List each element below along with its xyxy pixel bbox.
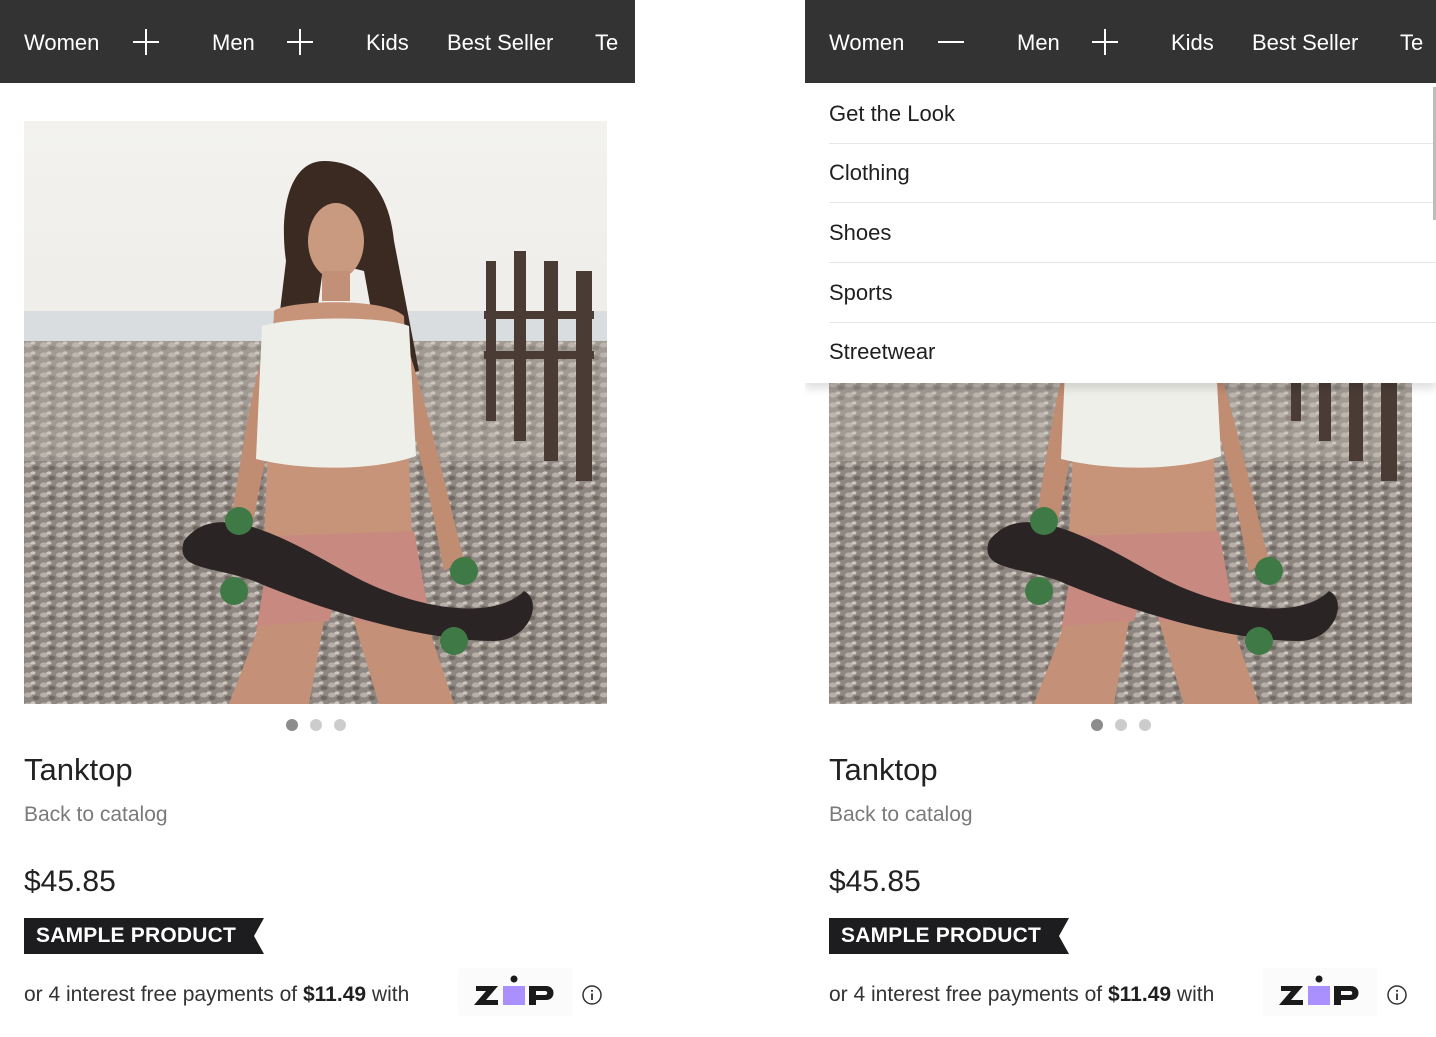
product-page-menu-open: Women Men Kids Best Seller Te Get the Lo… — [805, 0, 1436, 1037]
product-photo-illustration — [24, 121, 607, 704]
nav-item-women[interactable]: Women — [829, 29, 904, 57]
submenu-item-get-the-look[interactable]: Get the Look — [829, 84, 1436, 144]
zip-payment-text: or 4 interest free payments of $11.49 wi… — [829, 980, 1214, 1010]
zip-suffix: with — [371, 983, 410, 1006]
zip-suffix: with — [1176, 983, 1215, 1006]
carousel-dot[interactable] — [1091, 719, 1103, 731]
nav-item-best-seller[interactable]: Best Seller — [1252, 29, 1358, 57]
zip-logo[interactable] — [1263, 968, 1377, 1016]
sample-product-badge: SAMPLE PRODUCT — [829, 918, 1069, 954]
zip-amount: $11.49 — [302, 983, 367, 1006]
badge-label: SAMPLE PRODUCT — [36, 924, 236, 947]
back-to-catalog-link[interactable]: Back to catalog — [24, 801, 168, 829]
badge-label: SAMPLE PRODUCT — [841, 924, 1041, 947]
submenu-item-streetwear[interactable]: Streetwear — [829, 322, 1436, 381]
zip-prefix: or 4 interest free payments of — [24, 983, 298, 1006]
women-submenu: Get the Look Clothing Shoes Sports Stree… — [805, 83, 1436, 383]
carousel-dot[interactable] — [1115, 719, 1127, 731]
carousel-dot[interactable] — [310, 719, 322, 731]
nav-item-men[interactable]: Men — [212, 29, 255, 57]
carousel-dot[interactable] — [286, 719, 298, 731]
nav-item-women[interactable]: Women — [24, 29, 99, 57]
info-icon[interactable] — [582, 985, 602, 1005]
zip-logo-mark — [1279, 975, 1359, 1005]
plus-icon[interactable] — [1091, 28, 1119, 56]
zip-prefix: or 4 interest free payments of — [829, 983, 1103, 1006]
submenu-item-sports[interactable]: Sports — [829, 263, 1436, 323]
product-page-collapsed: Women Men Kids Best Seller Te Tanktop Ba… — [0, 0, 635, 1037]
nav-item-men[interactable]: Men — [1017, 29, 1060, 57]
top-navigation: Women Men Kids Best Seller Te — [0, 0, 635, 83]
zip-payment-text: or 4 interest free payments of $11.49 wi… — [24, 980, 409, 1010]
product-title: Tanktop — [24, 752, 133, 787]
plus-icon[interactable] — [132, 28, 160, 56]
carousel-dot[interactable] — [1139, 719, 1151, 731]
submenu-item-shoes[interactable]: Shoes — [829, 203, 1436, 263]
nav-item-kids[interactable]: Kids — [1171, 29, 1214, 57]
product-price: $45.85 — [24, 865, 116, 898]
nav-item-truncated[interactable]: Te — [1400, 29, 1423, 57]
back-to-catalog-link[interactable]: Back to catalog — [829, 801, 973, 829]
zip-logo[interactable] — [458, 968, 572, 1016]
minus-icon[interactable] — [937, 28, 965, 56]
nav-item-kids[interactable]: Kids — [366, 29, 409, 57]
image-carousel-dots — [0, 719, 631, 731]
product-image[interactable] — [24, 121, 607, 704]
submenu-item-clothing[interactable]: Clothing — [829, 143, 1436, 203]
image-carousel-dots — [805, 719, 1436, 731]
nav-item-best-seller[interactable]: Best Seller — [447, 29, 553, 57]
zip-logo-mark — [474, 975, 554, 1005]
product-price: $45.85 — [829, 865, 921, 898]
zip-amount: $11.49 — [1107, 983, 1172, 1006]
carousel-dot[interactable] — [334, 719, 346, 731]
top-navigation: Women Men Kids Best Seller Te — [805, 0, 1436, 83]
sample-product-badge: SAMPLE PRODUCT — [24, 918, 264, 954]
info-icon[interactable] — [1387, 985, 1407, 1005]
product-title: Tanktop — [829, 752, 938, 787]
plus-icon[interactable] — [286, 28, 314, 56]
nav-item-truncated[interactable]: Te — [595, 29, 618, 57]
